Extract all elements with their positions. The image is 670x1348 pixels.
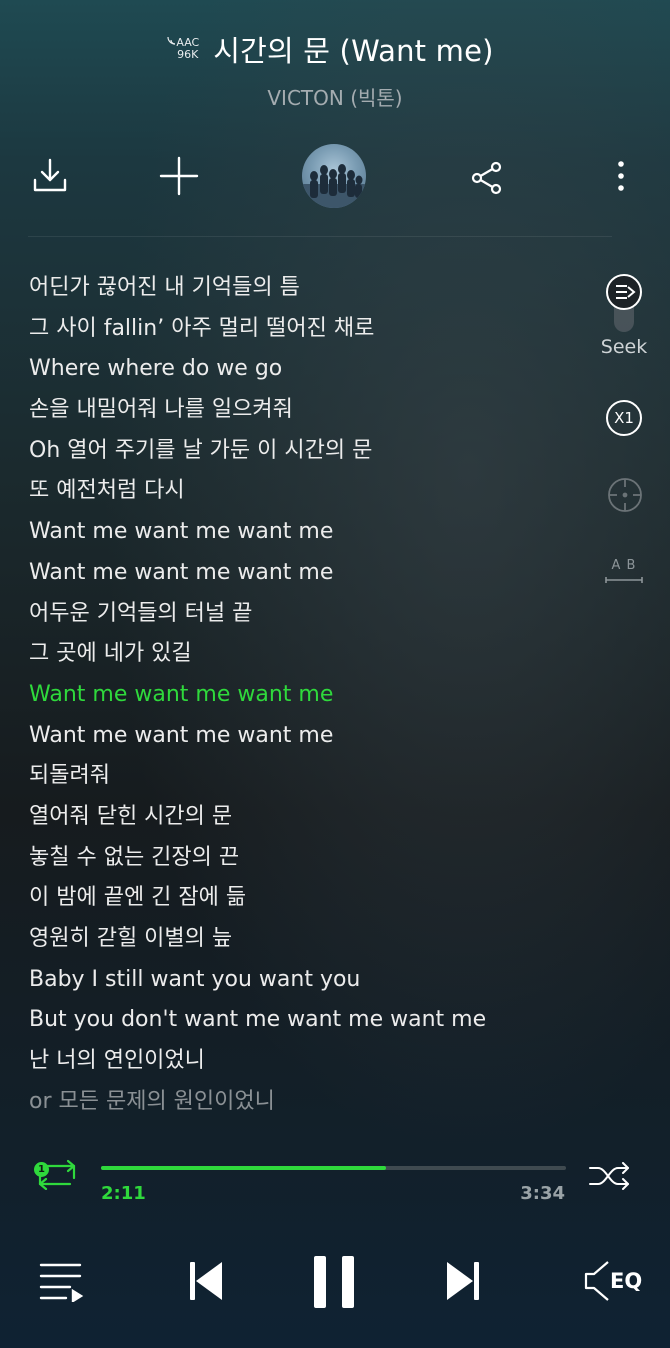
lyric-line[interactable]: Oh 열어 주기를 날 가둔 이 시간의 문 — [29, 431, 589, 472]
lyric-line[interactable]: 놓칠 수 없는 긴장의 끈 — [29, 838, 589, 879]
toolbar-divider — [28, 236, 612, 237]
repeat-one-button[interactable]: 1 — [34, 1154, 80, 1194]
lyric-line[interactable]: Where where do we go — [29, 349, 589, 390]
lyrics-panel[interactable]: 어딘가 끊어진 내 기억들의 틈그 사이 fallin’ 아주 멀리 떨어진 채… — [29, 268, 589, 1122]
lyric-line[interactable]: 이 밤에 끝엔 긴 잠에 듦 — [29, 878, 589, 919]
repeat-one-badge: 1 — [34, 1162, 49, 1177]
lyric-line[interactable]: 그 곳에 네가 있길 — [29, 634, 589, 675]
eq-label: EQ — [610, 1269, 643, 1293]
lyric-line[interactable]: 그 사이 fallin’ 아주 멀리 떨어진 채로 — [29, 309, 589, 350]
lyric-line[interactable]: or 모든 문제의 원인이었니 — [29, 1082, 589, 1123]
lyrics-sync-button[interactable] — [606, 476, 644, 518]
skip-next-icon — [447, 1262, 479, 1300]
audio-quality-badge: AAC 96K — [167, 37, 199, 61]
add-to-playlist-button[interactable] — [153, 150, 205, 202]
share-icon — [471, 161, 502, 195]
speaker-icon — [584, 1261, 609, 1301]
lyric-line[interactable]: 어딘가 끊어진 내 기억들의 틈 — [29, 268, 589, 309]
progress-fill — [101, 1166, 386, 1170]
album-art[interactable] — [302, 144, 366, 208]
lyric-line[interactable]: 또 예전처럼 다시 — [29, 471, 589, 512]
pause-button[interactable] — [312, 1254, 356, 1310]
more-vertical-icon — [618, 161, 624, 191]
lyric-line-current[interactable]: Want me want me want me — [29, 675, 589, 716]
speed-label: X1 — [614, 409, 634, 427]
total-time: 3:34 — [520, 1183, 565, 1204]
lyric-line[interactable]: But you don't want me want me want me — [29, 1000, 589, 1041]
seek-icon — [606, 274, 642, 332]
lyric-line[interactable]: 되돌려줘 — [29, 756, 589, 797]
equalizer-button[interactable]: EQ — [584, 1260, 642, 1302]
song-title: 시간의 문 (Want me) — [213, 34, 494, 68]
plus-icon — [159, 156, 199, 196]
share-button[interactable] — [461, 152, 513, 204]
playback-speed-button[interactable]: X1 — [606, 400, 642, 436]
ab-label: A B — [611, 558, 637, 573]
lyric-line[interactable]: Want me want me want me — [29, 553, 589, 594]
top-toolbar — [0, 140, 670, 216]
crosshair-icon — [608, 478, 642, 512]
pause-icon — [314, 1256, 354, 1308]
lyric-line[interactable]: Want me want me want me — [29, 512, 589, 553]
progress-area: 1 2:11 3:34 — [0, 1150, 670, 1210]
lyric-line[interactable]: Want me want me want me — [29, 716, 589, 757]
shuffle-icon — [589, 1162, 629, 1190]
player-header: AAC 96K 시간의 문 (Want me) VICTON (빅톤) — [0, 0, 670, 120]
next-track-button[interactable] — [443, 1260, 483, 1302]
ab-repeat-icon — [605, 577, 643, 583]
skip-previous-icon — [190, 1262, 222, 1300]
playlist-button[interactable] — [38, 1260, 84, 1302]
download-button[interactable] — [24, 150, 76, 202]
playback-controls: EQ — [0, 1248, 670, 1318]
seek-label: Seek — [600, 336, 648, 358]
quality-bitrate: 96K — [177, 48, 199, 61]
lyric-line[interactable]: 영원히 갇힐 이별의 늪 — [29, 919, 589, 960]
download-icon — [33, 158, 67, 192]
current-time: 2:11 — [101, 1183, 146, 1204]
lyric-line[interactable]: 손을 내밀어줘 나를 일으켜줘 — [29, 390, 589, 431]
playlist-icon — [39, 1263, 84, 1302]
lyric-line[interactable]: 어두운 기억들의 터널 끝 — [29, 594, 589, 635]
album-art-image — [302, 164, 366, 208]
shuffle-button[interactable] — [588, 1162, 632, 1194]
more-options-button[interactable] — [595, 150, 647, 202]
ab-repeat-button[interactable]: A B — [604, 558, 644, 588]
previous-track-button[interactable] — [186, 1260, 226, 1302]
lyric-line[interactable]: 열어줘 닫힌 시간의 문 — [29, 797, 589, 838]
title-row: AAC 96K 시간의 문 (Want me) — [0, 28, 670, 70]
seek-toggle[interactable] — [604, 270, 644, 338]
signal-icon — [167, 36, 176, 45]
lyric-line[interactable]: Baby I still want you want you — [29, 960, 589, 1001]
lyric-line[interactable]: 난 너의 연인이었니 — [29, 1041, 589, 1082]
artist-name[interactable]: VICTON (빅톤) — [0, 82, 670, 111]
progress-track[interactable] — [101, 1166, 566, 1170]
